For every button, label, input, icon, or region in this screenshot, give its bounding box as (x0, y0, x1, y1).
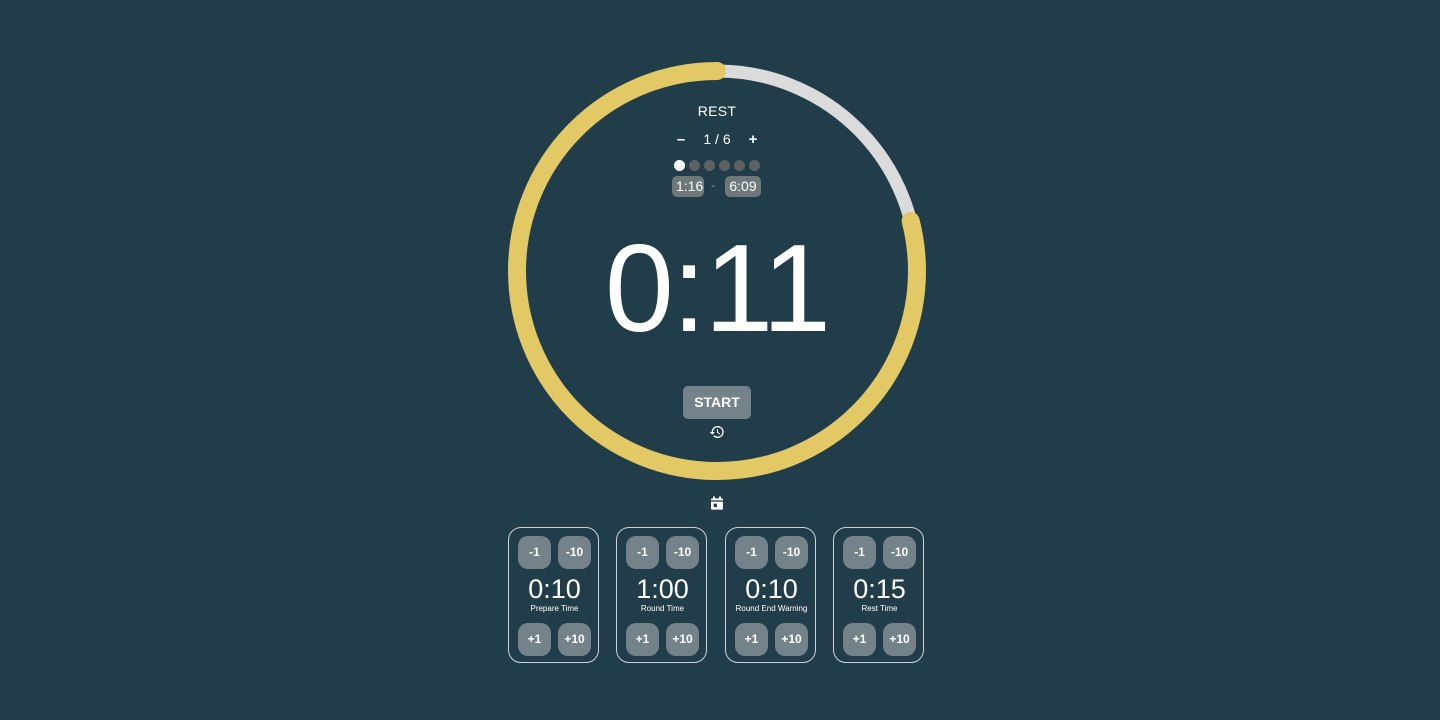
round-time-label: Round Time (640, 604, 685, 613)
round-dot (719, 160, 730, 171)
prepare-time-value: 0:10 (528, 574, 581, 604)
timer-app: REST – 1 / 6 + 1:16 - 6:09 0:11 START -1… (0, 0, 1440, 720)
prepare-plus-10-button[interactable]: +10 (558, 623, 591, 656)
warning-plus-1-button[interactable]: +1 (735, 623, 768, 656)
round-end-warning-label: Round End Warning (735, 604, 808, 613)
setting-card-rest-time: -1 -10 0:15 Rest Time +1 +10 (833, 527, 924, 663)
round-increment-button[interactable]: + (746, 131, 760, 148)
rest-time-value: 0:15 (853, 574, 906, 604)
rest-minus-1-button[interactable]: -1 (843, 536, 876, 569)
calendar-icon[interactable] (709, 495, 725, 511)
rest-plus-1-button[interactable]: +1 (843, 623, 876, 656)
time-separator: - (711, 178, 715, 192)
round-dots (674, 160, 760, 171)
start-button[interactable]: START (683, 386, 751, 419)
warning-plus-10-button[interactable]: +10 (775, 623, 808, 656)
total-time-badge: 6:09 (725, 176, 761, 197)
round-decrement-button[interactable]: – (674, 131, 688, 148)
setting-card-round-time: -1 -10 1:00 Round Time +1 +10 (616, 527, 707, 663)
setting-card-prepare-time: -1 -10 0:10 Prepare Time +1 +10 (508, 527, 599, 663)
prepare-plus-1-button[interactable]: +1 (518, 623, 551, 656)
phase-label: REST (697, 103, 737, 119)
round-dot (689, 160, 700, 171)
round-selector: – 1 / 6 + (674, 130, 760, 148)
prepare-minus-1-button[interactable]: -1 (518, 536, 551, 569)
round-dot (734, 160, 745, 171)
round-end-warning-value: 0:10 (745, 574, 798, 604)
round-minus-1-button[interactable]: -1 (626, 536, 659, 569)
round-plus-1-button[interactable]: +1 (626, 623, 659, 656)
round-plus-10-button[interactable]: +10 (666, 623, 699, 656)
history-icon[interactable] (709, 424, 725, 440)
prepare-minus-10-button[interactable]: -10 (558, 536, 591, 569)
warning-minus-1-button[interactable]: -1 (735, 536, 768, 569)
rest-minus-10-button[interactable]: -10 (883, 536, 916, 569)
round-time-value: 1:00 (636, 574, 689, 604)
round-indicator: 1 / 6 (703, 131, 731, 147)
rest-time-label: Rest Time (861, 604, 898, 613)
round-minus-10-button[interactable]: -10 (666, 536, 699, 569)
rest-plus-10-button[interactable]: +10 (883, 623, 916, 656)
round-dot (674, 160, 685, 171)
setting-card-round-end-warning: -1 -10 0:10 Round End Warning +1 +10 (725, 527, 816, 663)
prepare-time-label: Prepare Time (530, 604, 579, 613)
round-dot (749, 160, 760, 171)
elapsed-time-badge: 1:16 (672, 176, 704, 197)
countdown-display: 0:11 (604, 220, 831, 358)
round-dot (704, 160, 715, 171)
warning-minus-10-button[interactable]: -10 (775, 536, 808, 569)
